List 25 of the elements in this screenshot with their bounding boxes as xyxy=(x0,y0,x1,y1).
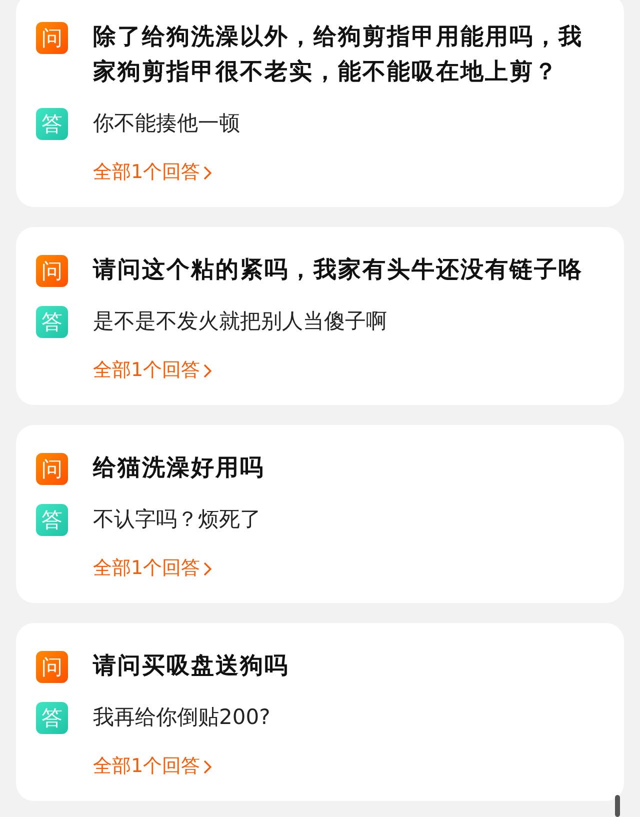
answer-badge: 答 xyxy=(36,504,68,536)
answer-badge: 答 xyxy=(36,306,68,338)
question-badge: 问 xyxy=(36,22,68,54)
answer-badge: 答 xyxy=(36,702,68,734)
answer-text: 是不是不发火就把别人当傻子啊 xyxy=(93,308,387,335)
chevron-right-icon[interactable] xyxy=(203,758,212,774)
question-badge: 问 xyxy=(36,650,68,682)
all-answers-link[interactable]: 全部1个回答 xyxy=(93,749,200,784)
answer-text: 我再给你倒贴200? xyxy=(93,704,270,731)
all-answers-link[interactable]: 全部1个回答 xyxy=(93,353,200,388)
question-text: 请问买吸盘送狗吗 xyxy=(93,652,289,681)
question-text: 给猫洗澡好用吗 xyxy=(93,454,264,483)
answer-badge: 答 xyxy=(36,108,68,140)
question-text: 除了给狗洗澡以外，给狗剪指甲用能用吗，我家狗剪指甲很不老实，能不能吸在地上剪？ xyxy=(93,23,584,87)
chevron-right-icon[interactable] xyxy=(203,560,212,576)
all-answers-link[interactable]: 全部1个回答 xyxy=(93,155,200,190)
question-badge: 问 xyxy=(36,254,68,286)
answer-text: 你不能揍他一顿 xyxy=(93,110,240,137)
question-badge: 问 xyxy=(36,452,68,484)
scrollbar[interactable] xyxy=(615,795,620,817)
chevron-right-icon[interactable] xyxy=(203,164,212,180)
answer-text: 不认字吗？烦死了 xyxy=(93,506,261,533)
question-text: 请问这个粘的紧吗，我家有头牛还没有链子咯 xyxy=(93,256,583,285)
all-answers-link[interactable]: 全部1个回答 xyxy=(93,551,200,586)
chevron-right-icon[interactable] xyxy=(203,362,212,378)
